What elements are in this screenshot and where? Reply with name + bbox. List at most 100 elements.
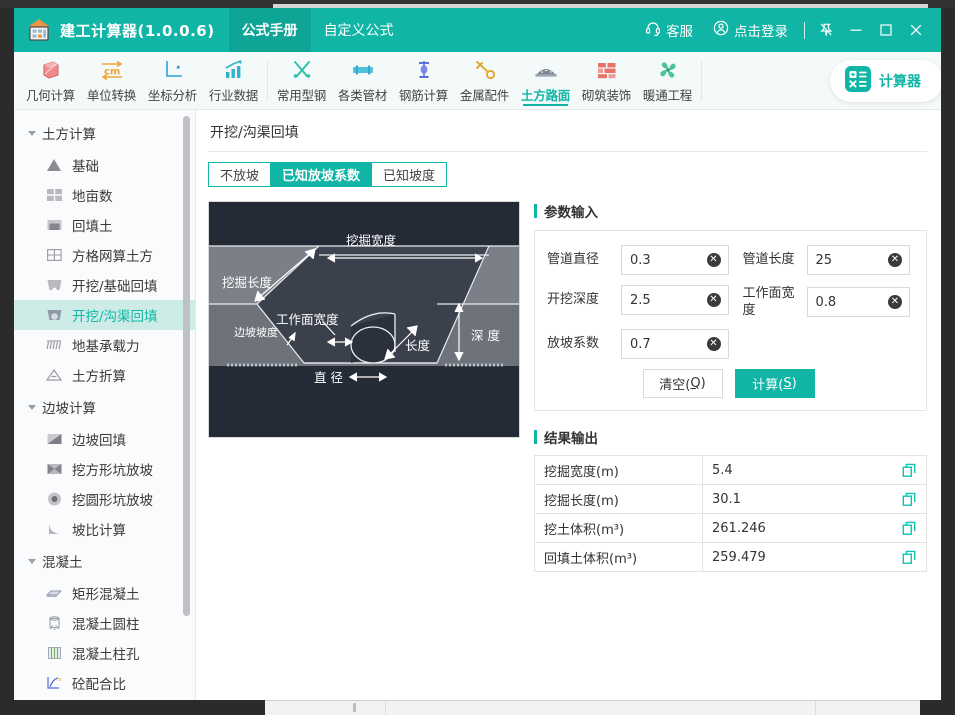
param-label: 工作面宽度 bbox=[742, 286, 795, 318]
label-diameter: 直 径 bbox=[314, 370, 343, 385]
right-pane: 参数输入 管道直径 0.3 ✕ 管道长度 25 ✕ 开挖深度 2.5 ✕ 工作面… bbox=[534, 201, 927, 572]
pipe-icon bbox=[350, 58, 376, 82]
wrench-icon bbox=[473, 58, 497, 82]
toolbar-item-pipes[interactable]: 各类管材 bbox=[332, 53, 393, 109]
calculate-button[interactable]: 计算(S) bbox=[734, 369, 815, 398]
sidebar-item-excavation-foundation[interactable]: 开挖/基础回填 bbox=[14, 270, 195, 300]
sidebar-group-concrete[interactable]: 混凝土 bbox=[14, 544, 195, 578]
tab-formula-manual[interactable]: 公式手册 bbox=[228, 8, 311, 52]
body: 土方计算 基础 地亩数 回填土 方格网算土方 开挖/基础回填 开挖/沟渠回填 地… bbox=[14, 110, 941, 700]
customer-service-button[interactable]: 客服 bbox=[635, 20, 703, 40]
copy-icon[interactable] bbox=[892, 543, 926, 571]
label-working-face-width: 工作面宽度 bbox=[276, 312, 339, 327]
copy-icon[interactable] bbox=[892, 456, 926, 484]
close-icon[interactable] bbox=[901, 15, 931, 45]
toolbar-item-masonry[interactable]: 砌筑装饰 bbox=[576, 53, 637, 109]
clear-icon[interactable]: ✕ bbox=[706, 253, 721, 267]
sidebar-item-cylinder-concrete[interactable]: 混凝土圆柱 bbox=[14, 608, 195, 638]
clear-icon[interactable]: ✕ bbox=[888, 253, 902, 267]
sidebar-item-excavation-trench[interactable]: 开挖/沟渠回填 bbox=[14, 300, 195, 330]
sidebar-item-soil-conversion[interactable]: 土方折算 bbox=[14, 360, 195, 390]
toolbar-item-geometry[interactable]: 几何计算 bbox=[20, 53, 81, 109]
app-title: 建工计算器(1.0.0.6) bbox=[60, 21, 215, 40]
result-section-header: 结果输出 bbox=[534, 427, 927, 447]
toolbar-label: 单位转换 bbox=[86, 87, 137, 103]
sidebar-scrollbar-thumb[interactable] bbox=[183, 116, 190, 616]
axes-icon bbox=[161, 58, 185, 82]
mix-ratio-icon: fx bbox=[44, 674, 64, 692]
toolbar-item-hvac[interactable]: 暖通工程 bbox=[637, 53, 698, 109]
calculator-button[interactable]: 计算器 bbox=[830, 60, 941, 102]
clear-icon[interactable]: ✕ bbox=[888, 295, 902, 309]
param-row: 放坡系数 0.7 ✕ bbox=[547, 329, 910, 359]
input-value: 0.8 bbox=[815, 294, 837, 310]
pin-icon[interactable] bbox=[811, 15, 841, 45]
sidebar-group-slope[interactable]: 边坡计算 bbox=[14, 390, 195, 424]
label-excavation-width: 挖掘宽度 bbox=[346, 233, 397, 248]
param-pipe-diameter: 管道直径 0.3 ✕ bbox=[547, 245, 729, 275]
toolbar-item-earthwork-road[interactable]: 土方路面 bbox=[515, 53, 576, 109]
table-row: 挖掘宽度(m) 5.4 bbox=[535, 456, 926, 485]
tab-known-slope-coefficient[interactable]: 已知放坡系数 bbox=[270, 162, 373, 187]
svg-text:cm: cm bbox=[104, 66, 120, 77]
result-value: 30.1 bbox=[712, 491, 741, 507]
copy-icon[interactable] bbox=[892, 485, 926, 513]
background-window-divider bbox=[815, 701, 816, 715]
minimize-icon[interactable] bbox=[841, 15, 871, 45]
pipe-length-input[interactable]: 25 ✕ bbox=[806, 245, 910, 275]
toolbar-label: 行业数据 bbox=[208, 87, 259, 103]
slope-coefficient-input[interactable]: 0.7 ✕ bbox=[621, 329, 729, 359]
column-hole-icon bbox=[44, 644, 64, 662]
maximize-icon[interactable] bbox=[871, 15, 901, 45]
tab-known-slope-angle[interactable]: 已知坡度 bbox=[371, 162, 448, 187]
clear-icon[interactable]: ✕ bbox=[706, 293, 721, 307]
title-bar: 建工计算器(1.0.0.6) 公式手册 自定义公式 客服 点击登录 bbox=[14, 8, 941, 52]
sidebar-item-mix-ratio[interactable]: fx 砼配合比 bbox=[14, 668, 195, 698]
excavation-depth-input[interactable]: 2.5 ✕ bbox=[621, 285, 729, 315]
working-face-width-input[interactable]: 0.8 ✕ bbox=[806, 287, 910, 317]
toolbar-item-industry-data[interactable]: 行业数据 bbox=[203, 53, 264, 109]
caret-down-icon bbox=[28, 130, 36, 136]
toolbar-item-steel[interactable]: 常用型钢 bbox=[271, 53, 332, 109]
tab-custom-formula[interactable]: 自定义公式 bbox=[311, 8, 407, 52]
table-row: 挖掘长度(m) 30.1 bbox=[535, 485, 926, 514]
result-value: 5.4 bbox=[712, 462, 733, 478]
toolbar-item-unit-conversion[interactable]: cm 单位转换 bbox=[81, 53, 142, 109]
triangle-soil-icon bbox=[44, 366, 64, 384]
login-button[interactable]: 点击登录 bbox=[703, 20, 798, 40]
calculate-button-key: S bbox=[783, 376, 792, 391]
sidebar-item-square-pit-slope[interactable]: 挖方形坑放坡 bbox=[14, 454, 195, 484]
calculate-button-tail: ) bbox=[791, 376, 797, 391]
rebar-icon bbox=[412, 58, 436, 82]
sidebar-item-foundation[interactable]: 基础 bbox=[14, 150, 195, 180]
background-window-dot bbox=[353, 703, 356, 712]
page-title: 开挖/沟渠回填 bbox=[210, 125, 299, 141]
clear-button[interactable]: 清空(Q) bbox=[642, 369, 723, 398]
sidebar-item-grid-earthwork[interactable]: 方格网算土方 bbox=[14, 240, 195, 270]
toolbar-label: 钢筋计算 bbox=[398, 87, 449, 103]
sidebar-group-label: 混凝土 bbox=[42, 555, 83, 571]
sidebar-item-rect-concrete[interactable]: 矩形混凝土 bbox=[14, 578, 195, 608]
tab-no-slope[interactable]: 不放坡 bbox=[208, 162, 272, 187]
road-icon bbox=[533, 58, 559, 82]
toolbar-item-rebar[interactable]: 钢筋计算 bbox=[393, 53, 454, 109]
sidebar-item-round-pit-slope[interactable]: 挖圆形坑放坡 bbox=[14, 484, 195, 514]
divider bbox=[208, 151, 927, 152]
divider bbox=[804, 21, 805, 39]
copy-icon[interactable] bbox=[892, 514, 926, 542]
sidebar-item-backfill[interactable]: 回填土 bbox=[14, 210, 195, 240]
clear-icon[interactable]: ✕ bbox=[706, 337, 721, 351]
toolbar-item-coordinate[interactable]: 坐标分析 bbox=[142, 53, 203, 109]
action-buttons: 清空(Q) 计算(S) bbox=[547, 369, 910, 398]
pipe-diameter-input[interactable]: 0.3 ✕ bbox=[621, 245, 729, 275]
sidebar-item-land-area[interactable]: 地亩数 bbox=[14, 180, 195, 210]
toolbar-item-metal-parts[interactable]: 金属配件 bbox=[454, 53, 515, 109]
sidebar-item-slope-backfill[interactable]: 边坡回填 bbox=[14, 424, 195, 454]
rect-concrete-icon bbox=[44, 584, 64, 602]
sidebar-item-bearing-capacity[interactable]: 地基承载力 bbox=[14, 330, 195, 360]
sidebar-item-slope-ratio[interactable]: 坡比计算 bbox=[14, 514, 195, 544]
sidebar-group-earthwork[interactable]: 土方计算 bbox=[14, 116, 195, 150]
input-value: 25 bbox=[815, 252, 833, 268]
input-value: 0.3 bbox=[630, 252, 651, 268]
sidebar-item-column-hole[interactable]: 混凝土柱孔 bbox=[14, 638, 195, 668]
